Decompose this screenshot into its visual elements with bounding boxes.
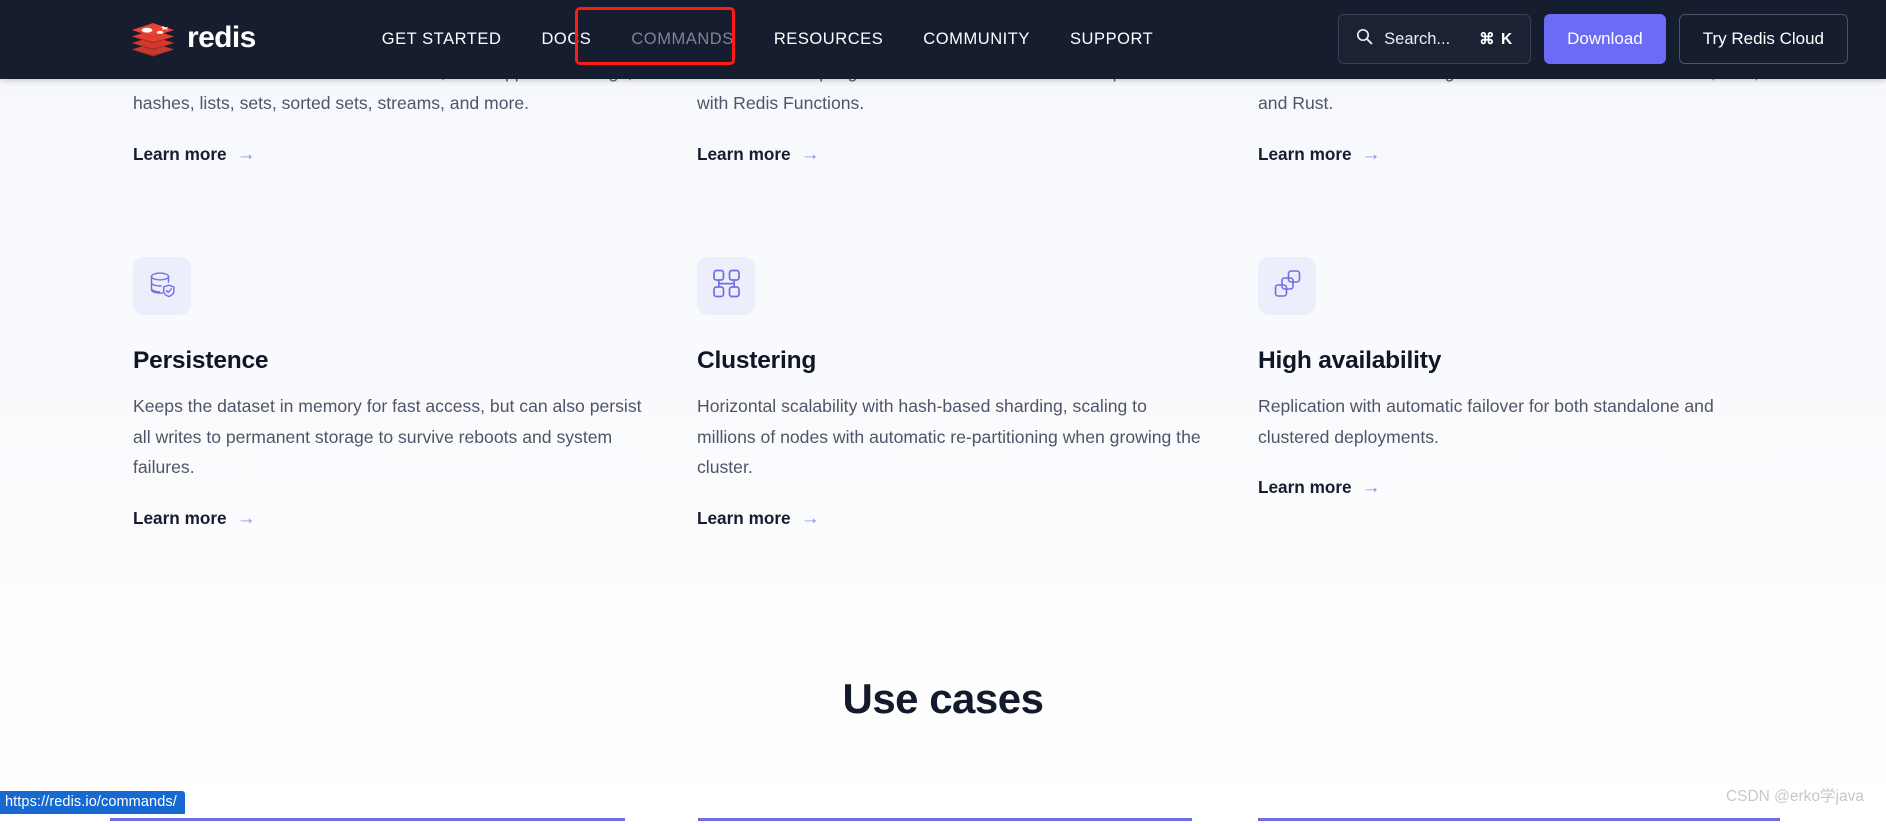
learn-more-link[interactable]: Learn more → — [133, 144, 256, 165]
learn-more-label: Learn more — [697, 507, 791, 528]
link-target-preview: https://redis.io/commands/ — [0, 791, 185, 814]
search-icon — [1356, 28, 1373, 50]
navbar-actions: Search... ⌘ K Download Try Redis Cloud — [1338, 14, 1848, 64]
nav-link-docs[interactable]: DOCS — [521, 20, 611, 59]
use-cases-heading: Use cases — [842, 675, 1044, 722]
feature-card-high-availability: High availability Replication with autom… — [1258, 257, 1819, 529]
nav-link-commands[interactable]: COMMANDS — [611, 20, 753, 59]
feature-description: Keeps the dataset in memory for fast acc… — [133, 396, 642, 477]
try-redis-cloud-button[interactable]: Try Redis Cloud — [1678, 14, 1848, 64]
nav-links: GET STARTED DOCS COMMANDS RESOURCES COMM… — [362, 20, 1174, 59]
arrow-right-icon: → — [236, 507, 256, 529]
use-case-card-top-border — [110, 818, 625, 821]
nav-link-resources[interactable]: RESOURCES — [754, 20, 903, 59]
feature-description: Replication with automatic failover for … — [1258, 396, 1714, 447]
arrow-right-icon: → — [800, 144, 820, 165]
learn-more-label: Learn more — [697, 144, 791, 164]
use-case-card-top-border — [698, 818, 1192, 821]
use-case-card-top-border — [1258, 818, 1780, 821]
arrow-right-icon: → — [800, 507, 820, 529]
feature-icon-tile — [697, 257, 755, 315]
arrow-right-icon: → — [236, 144, 256, 165]
learn-more-label: Learn more — [1258, 144, 1352, 164]
learn-more-label: Learn more — [133, 144, 227, 164]
cluster-nodes-icon — [711, 268, 742, 304]
feature-card-scripting: Server-side scripting with Lua and serve… — [697, 62, 1258, 165]
nav-link-get-started[interactable]: GET STARTED — [362, 20, 522, 59]
watermark: CSDN @erko学java — [1725, 788, 1864, 805]
database-shield-icon — [146, 268, 178, 305]
search-placeholder-label: Search... — [1384, 29, 1451, 48]
feature-icon-tile — [133, 257, 191, 315]
feature-card-clustering: Clustering Horizontal scalability with h… — [697, 257, 1258, 529]
top-navigation-bar: redis GET STARTED DOCS COMMANDS RESOURCE… — [0, 0, 1886, 79]
feature-card-persistence: Persistence Keeps the dataset in memory … — [133, 257, 697, 529]
arrow-right-icon: → — [1361, 477, 1381, 498]
learn-more-link[interactable]: Learn more → — [697, 144, 820, 165]
brand-logo[interactable]: redis — [130, 19, 256, 61]
feature-title: Persistence — [133, 347, 269, 374]
feature-card-modules: A module API for building custom extensi… — [1258, 62, 1819, 165]
feature-card-data-structures: Well-known as a "data structure server",… — [133, 62, 697, 165]
search-shortcut-hint: ⌘ K — [1479, 30, 1514, 48]
use-case-card-rules — [0, 818, 1886, 824]
features-row-top: Well-known as a "data structure server",… — [133, 62, 1886, 165]
learn-more-link[interactable]: Learn more → — [1258, 477, 1381, 498]
learn-more-link[interactable]: Learn more → — [1258, 144, 1381, 165]
redis-logo-icon — [130, 19, 176, 61]
feature-title: High availability — [1258, 347, 1442, 374]
features-row-bottom: Persistence Keeps the dataset in memory … — [133, 257, 1886, 529]
brand-name: redis — [187, 21, 256, 54]
learn-more-link[interactable]: Learn more → — [133, 508, 256, 529]
learn-more-label: Learn more — [133, 507, 227, 528]
nav-link-community[interactable]: COMMUNITY — [903, 20, 1050, 59]
stacked-squares-icon — [1272, 268, 1303, 304]
download-button[interactable]: Download — [1544, 14, 1666, 64]
learn-more-link[interactable]: Learn more → — [697, 508, 820, 529]
feature-title: Clustering — [697, 347, 817, 374]
learn-more-label: Learn more — [1258, 477, 1352, 497]
feature-description: Horizontal scalability with hash-based s… — [697, 396, 1201, 477]
arrow-right-icon: → — [1361, 144, 1381, 165]
feature-icon-tile — [1258, 257, 1316, 315]
nav-link-support[interactable]: SUPPORT — [1050, 20, 1173, 59]
search-input[interactable]: Search... ⌘ K — [1338, 14, 1532, 64]
main-content: Well-known as a "data structure server",… — [0, 62, 1886, 529]
